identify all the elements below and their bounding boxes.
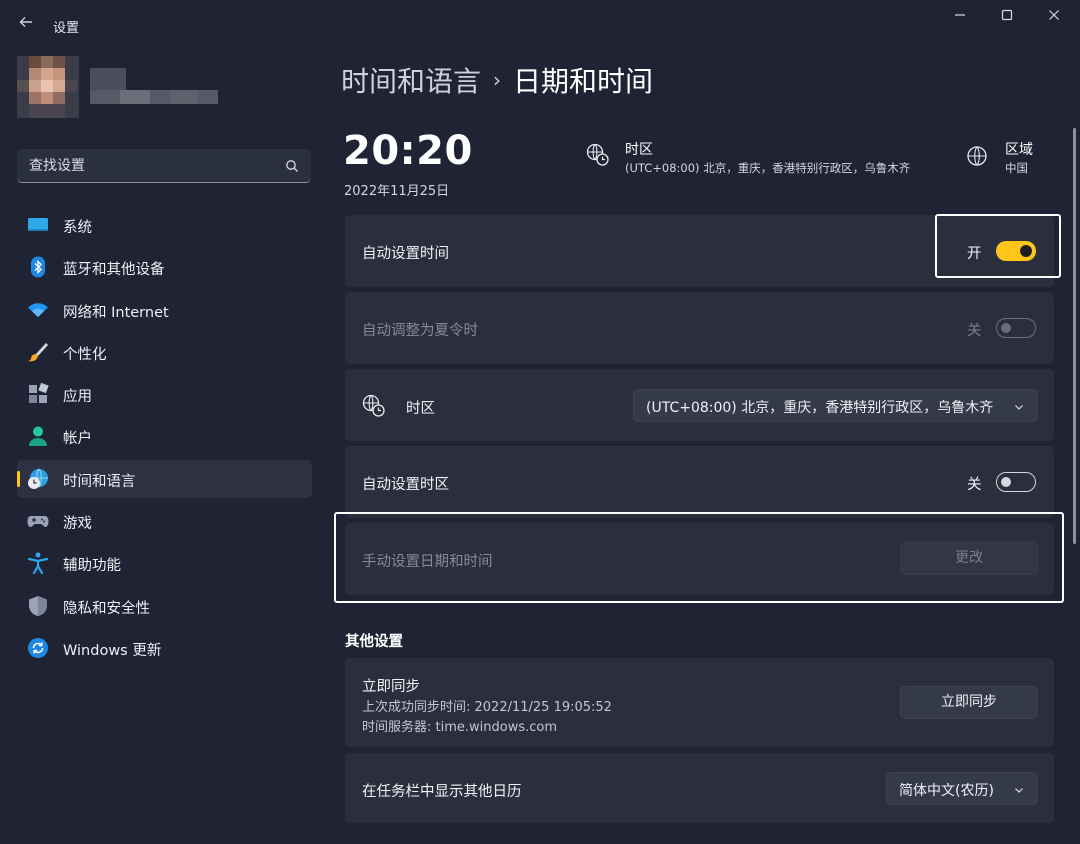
calendar-card: 在任务栏中显示其他日历 简体中文(农历): [345, 753, 1054, 823]
brush-icon: [27, 341, 49, 363]
maximize-button[interactable]: [984, 6, 1030, 28]
sidebar-item-personalization[interactable]: 个性化: [17, 333, 312, 371]
gamepad-icon: [27, 510, 49, 532]
auto-timezone-label: 自动设置时区: [362, 477, 449, 493]
sync-card: 立即同步 上次成功同步时间: 2022/11/25 19:05:52 时间服务器…: [345, 658, 1054, 747]
shield-icon: [27, 595, 49, 617]
current-time: 20:20: [343, 128, 473, 174]
apps-icon: [27, 383, 49, 405]
highlight-box-toggle: [935, 214, 1061, 278]
auto-timezone-card: 自动设置时区 关: [345, 446, 1054, 518]
region-summary-value: 中国: [1005, 161, 1028, 175]
toggle-knob: [1001, 476, 1011, 487]
avatar[interactable]: [17, 56, 79, 118]
sync-title: 立即同步: [362, 679, 420, 695]
chevron-down-icon: [1013, 781, 1025, 793]
search-box[interactable]: [17, 149, 311, 183]
auto-dst-toggle[interactable]: [996, 318, 1036, 338]
sidebar-item-accounts[interactable]: 帐户: [17, 417, 312, 455]
page-title: 日期和时间: [513, 65, 654, 98]
timezone-summary-value: (UTC+08:00) 北京，重庆，香港特别行政区，乌鲁木齐: [625, 161, 911, 175]
minimize-button[interactable]: [937, 6, 983, 28]
toggle-knob: [1001, 322, 1011, 333]
active-indicator: [17, 470, 20, 487]
globe-icon: [966, 145, 988, 167]
sidebar-item-label: Windows 更新: [63, 642, 162, 659]
sidebar-item-label: 辅助功能: [63, 558, 121, 575]
current-date: 2022年11月25日: [344, 184, 450, 199]
breadcrumb-parent[interactable]: 时间和语言: [341, 65, 481, 98]
scrollbar[interactable]: [1073, 128, 1076, 544]
globe-clock-icon: [27, 468, 49, 490]
breadcrumb: 时间和语言 › 日期和时间: [341, 60, 653, 100]
breadcrumb-separator: ›: [493, 68, 502, 92]
accessibility-icon: [27, 552, 49, 575]
sidebar-item-network[interactable]: 网络和 Internet: [17, 291, 312, 329]
bluetooth-icon: [27, 256, 49, 278]
sidebar-item-label: 帐户: [63, 431, 92, 448]
auto-dst-state: 关: [967, 323, 982, 339]
title-bar: 设置: [0, 0, 1080, 50]
window-title: 设置: [53, 21, 80, 36]
sync-now-button[interactable]: 立即同步: [900, 686, 1038, 719]
section-title-other: 其他设置: [345, 634, 403, 650]
search-input[interactable]: [27, 155, 271, 177]
timezone-summary-title: 时区: [625, 142, 653, 158]
sidebar-item-label: 时间和语言: [63, 473, 136, 490]
auto-time-label: 自动设置时间: [362, 246, 449, 262]
sidebar-item-windows-update[interactable]: Windows 更新: [17, 629, 312, 667]
timezone-globe-clock-icon: [586, 143, 610, 167]
close-button[interactable]: [1031, 6, 1077, 28]
sidebar-item-bluetooth[interactable]: 蓝牙和其他设备: [17, 248, 312, 286]
highlight-box-manual: [334, 512, 1064, 603]
timezone-selected: (UTC+08:00) 北京，重庆，香港特别行政区，乌鲁木齐: [646, 400, 994, 416]
refresh-icon: [27, 637, 49, 659]
auto-timezone-toggle[interactable]: [996, 472, 1036, 492]
monitor-icon: [27, 214, 49, 236]
sidebar-item-privacy[interactable]: 隐私和安全性: [17, 587, 312, 625]
sidebar-nav: 系统 蓝牙和其他设备 网络和 Internet 个性化 应用 帐户 时间和语言 …: [17, 206, 312, 671]
calendar-dropdown[interactable]: 简体中文(农历): [886, 772, 1038, 805]
calendar-label: 在任务栏中显示其他日历: [362, 784, 522, 800]
sidebar-item-label: 应用: [63, 389, 92, 406]
wifi-icon: [27, 299, 49, 321]
timezone-card: 时区 (UTC+08:00) 北京，重庆，香港特别行政区，乌鲁木齐: [345, 369, 1054, 441]
sidebar-item-label: 隐私和安全性: [63, 600, 150, 617]
timezone-label: 时区: [406, 401, 435, 417]
sidebar-item-time-language[interactable]: 时间和语言: [17, 459, 312, 498]
sidebar-item-label: 蓝牙和其他设备: [63, 262, 165, 279]
calendar-selected: 简体中文(农历): [899, 783, 994, 799]
timezone-dropdown[interactable]: (UTC+08:00) 北京，重庆，香港特别行政区，乌鲁木齐: [633, 389, 1038, 422]
sidebar-item-label: 系统: [63, 220, 92, 236]
time-server-text: 时间服务器: time.windows.com: [362, 720, 558, 735]
sidebar-item-label: 游戏: [63, 516, 92, 533]
person-icon: [27, 425, 49, 447]
sidebar-item-system[interactable]: 系统: [17, 206, 312, 244]
back-arrow-icon[interactable]: [16, 14, 36, 36]
auto-dst-card: 自动调整为夏令时 关: [345, 292, 1054, 364]
auto-dst-label: 自动调整为夏令时: [362, 323, 478, 339]
region-summary-title: 区域: [1005, 142, 1033, 158]
sidebar-item-label: 个性化: [63, 346, 107, 363]
sidebar-item-apps[interactable]: 应用: [17, 375, 312, 413]
search-icon[interactable]: [285, 158, 299, 172]
timezone-globe-clock-icon: [362, 394, 386, 418]
sidebar-item-accessibility[interactable]: 辅助功能: [17, 544, 312, 582]
user-name-blurred: [90, 68, 218, 108]
chevron-down-icon: [1013, 398, 1025, 410]
sidebar-item-gaming[interactable]: 游戏: [17, 502, 312, 540]
auto-timezone-state: 关: [967, 477, 982, 493]
sidebar-item-label: 网络和 Internet: [63, 304, 169, 321]
last-sync-text: 上次成功同步时间: 2022/11/25 19:05:52: [362, 700, 612, 715]
